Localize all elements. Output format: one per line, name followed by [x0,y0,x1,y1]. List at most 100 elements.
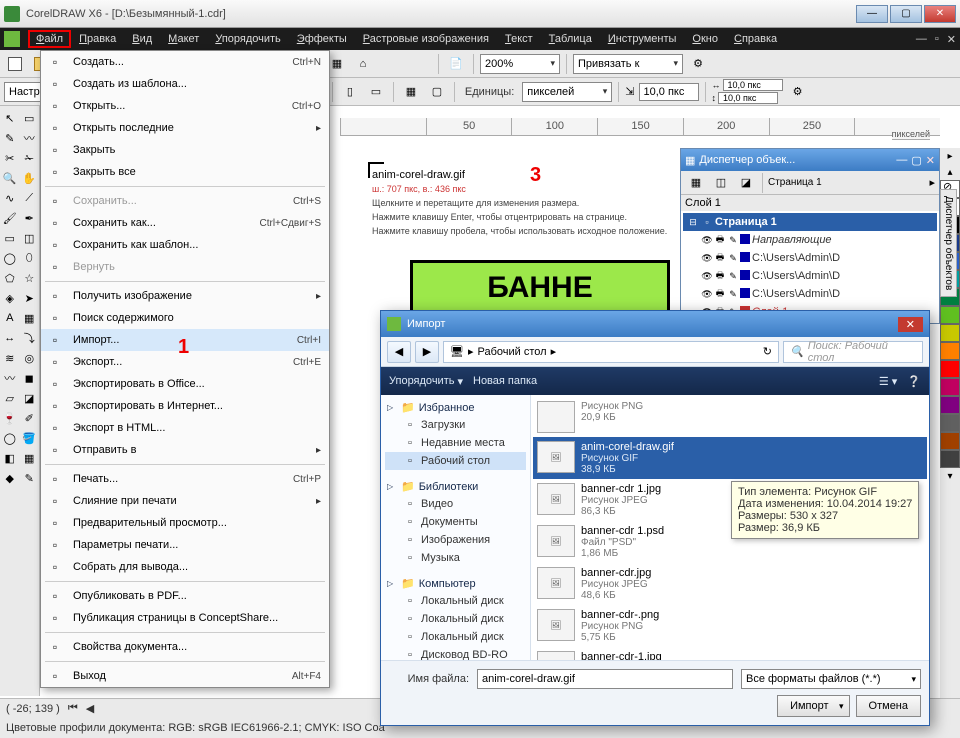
menu-item[interactable]: ▫Отправить в▸ [41,439,329,461]
3point-rect-tool[interactable]: ◫ [20,228,40,248]
new-button[interactable] [4,53,26,75]
menu-окно[interactable]: Окно [684,30,726,48]
expand-icon[interactable]: ⊟ [687,216,699,228]
menu-вид[interactable]: Вид [124,30,160,48]
star-tool[interactable]: ☆ [20,268,40,288]
edit-icon[interactable]: ✎ [727,252,739,264]
menu-item[interactable]: ▫Сохранить...Ctrl+S [41,190,329,212]
dialog-search[interactable]: 🔍 Поиск: Рабочий стол [783,341,923,363]
orientation-landscape[interactable]: ▭ [365,81,387,103]
contour-tool[interactable]: ◎ [20,348,40,368]
ellipse-tool[interactable]: ◯ [0,248,20,268]
bezier-tool[interactable]: ⟋ [20,188,40,208]
menu-item[interactable]: ▫Закрыть [41,139,329,161]
sidebar-group-header[interactable]: ▷📁Избранное [385,399,526,416]
docker-show-pages[interactable]: ▦ [685,172,707,194]
dup-y-input[interactable] [718,92,778,104]
tree-node[interactable]: 👁🖶✎Направляющие [683,231,937,249]
docker-maximize[interactable]: ▢ [911,154,921,167]
pick-tool[interactable]: ↖ [0,108,20,128]
sidebar-group-header[interactable]: ▷📁Библиотеки [385,478,526,495]
docker-layer-props[interactable]: ◫ [710,172,732,194]
dropshadow-tool[interactable]: ◼ [20,368,40,388]
rectangle-tool[interactable]: ▭ [0,228,20,248]
smudge-tool[interactable]: 〰 [20,128,40,148]
freehand-tool[interactable]: ∿ [0,188,20,208]
menu-item[interactable]: ▫Предварительный просмотр... [41,512,329,534]
filename-input[interactable] [477,669,733,689]
page-nav-prev[interactable]: ◀ [86,702,94,715]
menu-эффекты[interactable]: Эффекты [289,30,355,48]
docker-side-tab[interactable]: Диспетчер объектов [940,189,957,297]
menu-item[interactable]: ▫Слияние при печати▸ [41,490,329,512]
options-button[interactable]: ⚙ [687,53,709,75]
sidebar-item[interactable]: ▫Документы [385,513,526,531]
file-item[interactable]: 🖼banner-cdr-.pngРисунок PNG5,75 КБ [533,605,927,647]
print-icon[interactable]: 🖶 [714,288,726,300]
docker-flyout-arrow[interactable]: ▸ [929,176,935,189]
polygon-tool[interactable]: ⬠ [0,268,20,288]
print-icon[interactable]: 🖶 [714,252,726,264]
organize-button[interactable]: Упорядочить ▾ [389,375,463,388]
filter-combo[interactable]: Все форматы файлов (*.*) [741,669,921,689]
tree-node[interactable]: 👁🖶✎C:\Users\Admin\D [683,267,937,285]
help-button[interactable]: ❔ [907,375,921,388]
edit-icon[interactable]: ✎ [727,288,739,300]
sidebar-item[interactable]: ▫Дисковод BD-RO [385,646,526,660]
menu-упорядочить[interactable]: Упорядочить [207,30,288,48]
color-swatch[interactable] [740,270,750,280]
breadcrumb-refresh[interactable]: ↻ [763,345,772,358]
menu-правка[interactable]: Правка [71,30,124,48]
arrows-tool[interactable]: ➤ [20,288,40,308]
color-swatch[interactable] [740,234,750,244]
outline-tool[interactable]: ◯ [0,428,20,448]
menu-item[interactable]: ▫Поиск содержимого [41,307,329,329]
menu-item[interactable]: ▫Создать...Ctrl+N [41,51,329,73]
extrude-tool[interactable]: ◪ [20,388,40,408]
blend-tool[interactable]: ≋ [0,348,20,368]
docker-close[interactable]: ✕ [926,154,935,167]
menu-item[interactable]: ▫Параметры печати... [41,534,329,556]
menu-item[interactable]: ▫Сохранить как шаблон... [41,234,329,256]
color-swatch[interactable] [740,252,750,262]
color-swatch[interactable] [940,450,960,468]
menu-item[interactable]: ▫Опубликовать в PDF... [41,585,329,607]
nav-back-button[interactable]: ◀ [387,341,411,363]
fill-tool[interactable]: 🪣 [20,428,40,448]
dimension-tool[interactable]: ↔ [0,328,20,348]
mdi-close[interactable]: ✕ [947,33,956,46]
minimize-button[interactable]: — [856,5,888,23]
sidebar-item[interactable]: ▫Видео [385,495,526,513]
maximize-button[interactable]: ▢ [890,5,922,23]
menu-item[interactable]: ▫Собрать для вывода... [41,556,329,578]
crop-tool[interactable]: ✂ [0,148,20,168]
menu-item[interactable]: ▫Вернуть [41,256,329,278]
smart-drawing-tool[interactable]: ✎ [20,468,40,488]
shape-tool[interactable]: ✎ [0,128,20,148]
menu-item[interactable]: ▫ВыходAlt+F4 [41,665,329,687]
file-item[interactable]: 🖼banner-cdr-1.jpgРисунок JPEG [533,647,927,660]
close-button[interactable]: ✕ [924,5,956,23]
orientation-portrait[interactable]: ▯ [339,81,361,103]
color-swatch[interactable] [940,342,960,360]
edit-icon[interactable]: ✎ [727,270,739,282]
mdi-restore[interactable]: ▫ [935,33,939,46]
menu-item[interactable]: ▫Свойства документа... [41,636,329,658]
menu-item[interactable]: ▫Сохранить как...Ctrl+Сдвиг+S [41,212,329,234]
sidebar-item[interactable]: ▫Загрузки [385,416,526,434]
menu-item[interactable]: ▫Открыть последние▸ [41,117,329,139]
options-button-2[interactable]: ⚙ [787,81,809,103]
knife-tool[interactable]: ✁ [20,148,40,168]
visible-icon[interactable]: 👁 [701,270,713,282]
nav-forward-button[interactable]: ▶ [415,341,439,363]
sidebar-item[interactable]: ▫Локальный диск [385,610,526,628]
zoom-tool[interactable]: 🔍 [0,168,20,188]
artistic-media-tool[interactable]: 🖌 [0,208,20,228]
docker-titlebar[interactable]: ▦ Диспетчер объек... — ▢ ✕ [681,149,939,171]
visible-icon[interactable]: 👁 [701,252,713,264]
sidebar-item[interactable]: ▫Музыка [385,549,526,567]
pen-tool[interactable]: ✒ [20,208,40,228]
zoom-combo[interactable]: 200% [480,54,560,74]
connector-tool[interactable]: ⤵ [20,328,40,348]
color-swatch[interactable] [940,432,960,450]
